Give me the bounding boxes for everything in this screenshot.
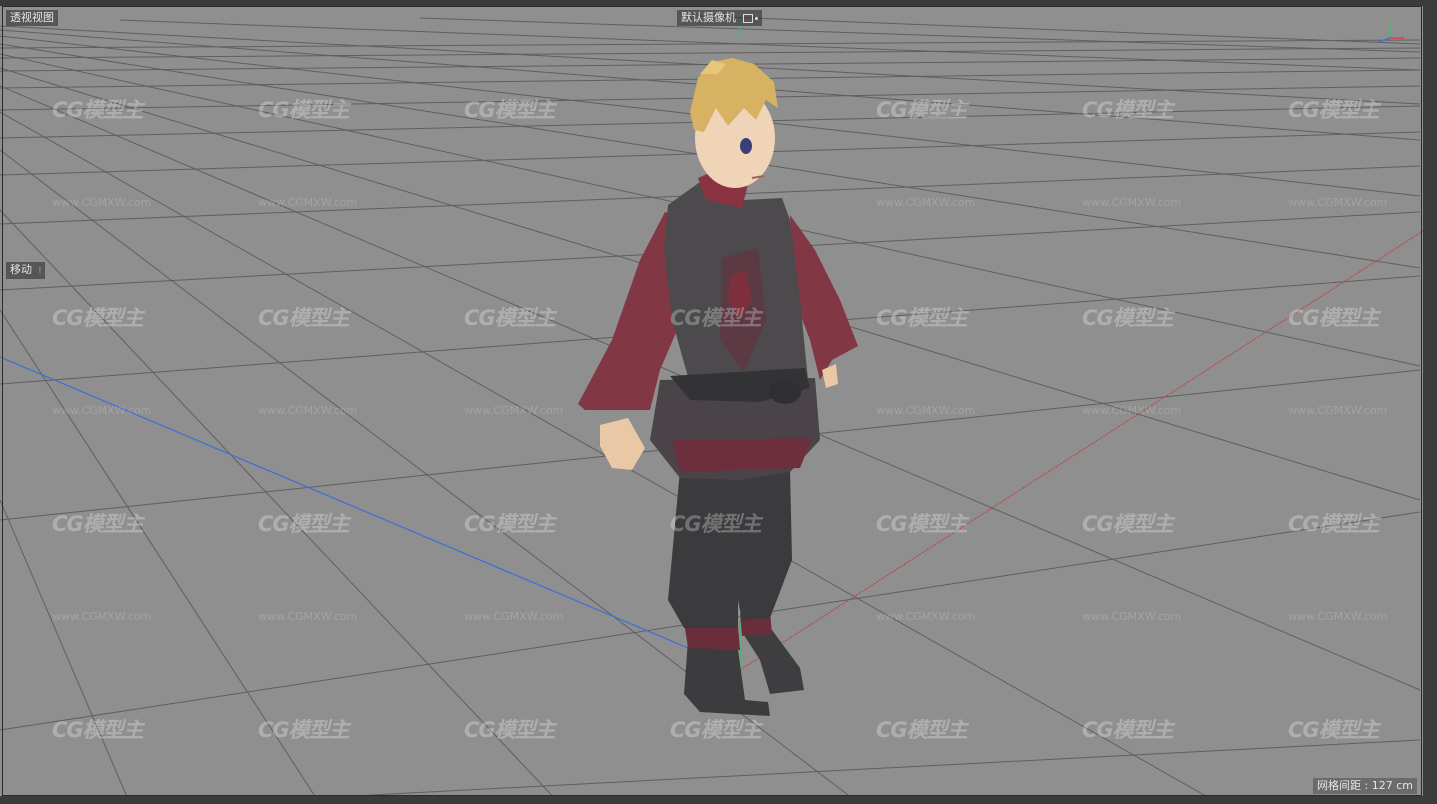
watermark-url: www.CGMXW.com <box>52 404 152 417</box>
camera-name-text: 默认摄像机 <box>681 11 736 24</box>
watermark-url: www.CGMXW.com <box>1288 404 1388 417</box>
watermark-url: www.CGMXW.com <box>1288 196 1388 209</box>
watermark-url: www.CGMXW.com <box>52 196 152 209</box>
watermark-logo: CG模型主 <box>876 98 968 122</box>
watermark-logo: CG模型主 <box>258 718 350 742</box>
watermark-logo: CG模型主 <box>464 512 556 536</box>
watermark-logo: CG模型主 <box>1082 718 1174 742</box>
watermark-logo: CG模型主 <box>52 306 144 330</box>
grid-spacing-readout: 网格间距 : 127 cm <box>1313 778 1417 794</box>
watermark-logo: CG模型主 <box>876 306 968 330</box>
watermark-logo: CG模型主 <box>464 306 556 330</box>
viewport-camera-label[interactable]: 默认摄像机 <box>677 10 762 26</box>
grip-dots-icon: ⁝ <box>38 266 42 276</box>
watermark-logo: CG模型主 <box>876 718 968 742</box>
watermark-logo: CG模型主 <box>1082 98 1174 122</box>
watermark-logo: CG模型主 <box>876 512 968 536</box>
watermark-logo: CG模型主 <box>670 512 762 536</box>
watermark-logo: CG模型主 <box>464 98 556 122</box>
right-panel-edge[interactable] <box>1423 0 1437 804</box>
viewport-view-label[interactable]: 透视视图 <box>6 10 58 26</box>
ground-grid <box>0 15 1437 804</box>
watermark-url: www.CGMXW.com <box>464 404 564 417</box>
x-axis-line <box>739 221 1437 671</box>
watermark-logo: CG模型主 <box>52 98 144 122</box>
watermark-logo: CG模型主 <box>258 512 350 536</box>
watermark-url: www.CGMXW.com <box>876 196 976 209</box>
watermark-url: www.CGMXW.com <box>1082 610 1182 623</box>
watermark-logo: CG模型主 <box>1082 306 1174 330</box>
camera-frame-icon <box>742 13 753 23</box>
watermark-url: www.CGMXW.com <box>876 610 976 623</box>
top-divider <box>0 0 1437 6</box>
watermark-url: www.CGMXW.com <box>876 404 976 417</box>
view-name-text: 透视视图 <box>10 11 54 24</box>
tool-name-text: 移动 <box>10 263 32 276</box>
watermark-logo: CG模型主 <box>464 718 556 742</box>
watermark-logo: CG模型主 <box>258 98 350 122</box>
bottom-divider <box>0 796 1437 804</box>
watermark-logo: CG模型主 <box>1288 718 1380 742</box>
watermark-url: www.CGMXW.com <box>1082 404 1182 417</box>
watermark-logo: CG模型主 <box>52 512 144 536</box>
watermark-logo: CG模型主 <box>670 306 762 330</box>
watermark-logo: CG模型主 <box>258 306 350 330</box>
watermark-logo: CG模型主 <box>670 718 762 742</box>
watermark-url: www.CGMXW.com <box>258 404 358 417</box>
watermark-logo: CG模型主 <box>52 718 144 742</box>
watermark-url: www.CGMXW.com <box>1082 196 1182 209</box>
perspective-viewport[interactable]: CG模型主 CG模型主 CG模型主 CG模型主 CG模型主 CG模型主 CG模型… <box>0 0 1437 804</box>
watermark-logo: CG模型主 <box>1288 98 1380 122</box>
dropdown-dot-icon <box>754 16 758 20</box>
watermark-logo: CG模型主 <box>1082 512 1174 536</box>
watermark-url: www.CGMXW.com <box>52 610 152 623</box>
axis-gizmo-icon <box>1377 24 1404 43</box>
watermark-logo: CG模型主 <box>1288 306 1380 330</box>
watermark-url: www.CGMXW.com <box>464 610 564 623</box>
active-tool-label[interactable]: 移动 ⁝ <box>6 262 46 279</box>
watermark-logo: CG模型主 <box>1288 512 1380 536</box>
watermark-url: www.CGMXW.com <box>1288 610 1388 623</box>
watermark-url: www.CGMXW.com <box>258 196 358 209</box>
watermark-url: www.CGMXW.com <box>258 610 358 623</box>
